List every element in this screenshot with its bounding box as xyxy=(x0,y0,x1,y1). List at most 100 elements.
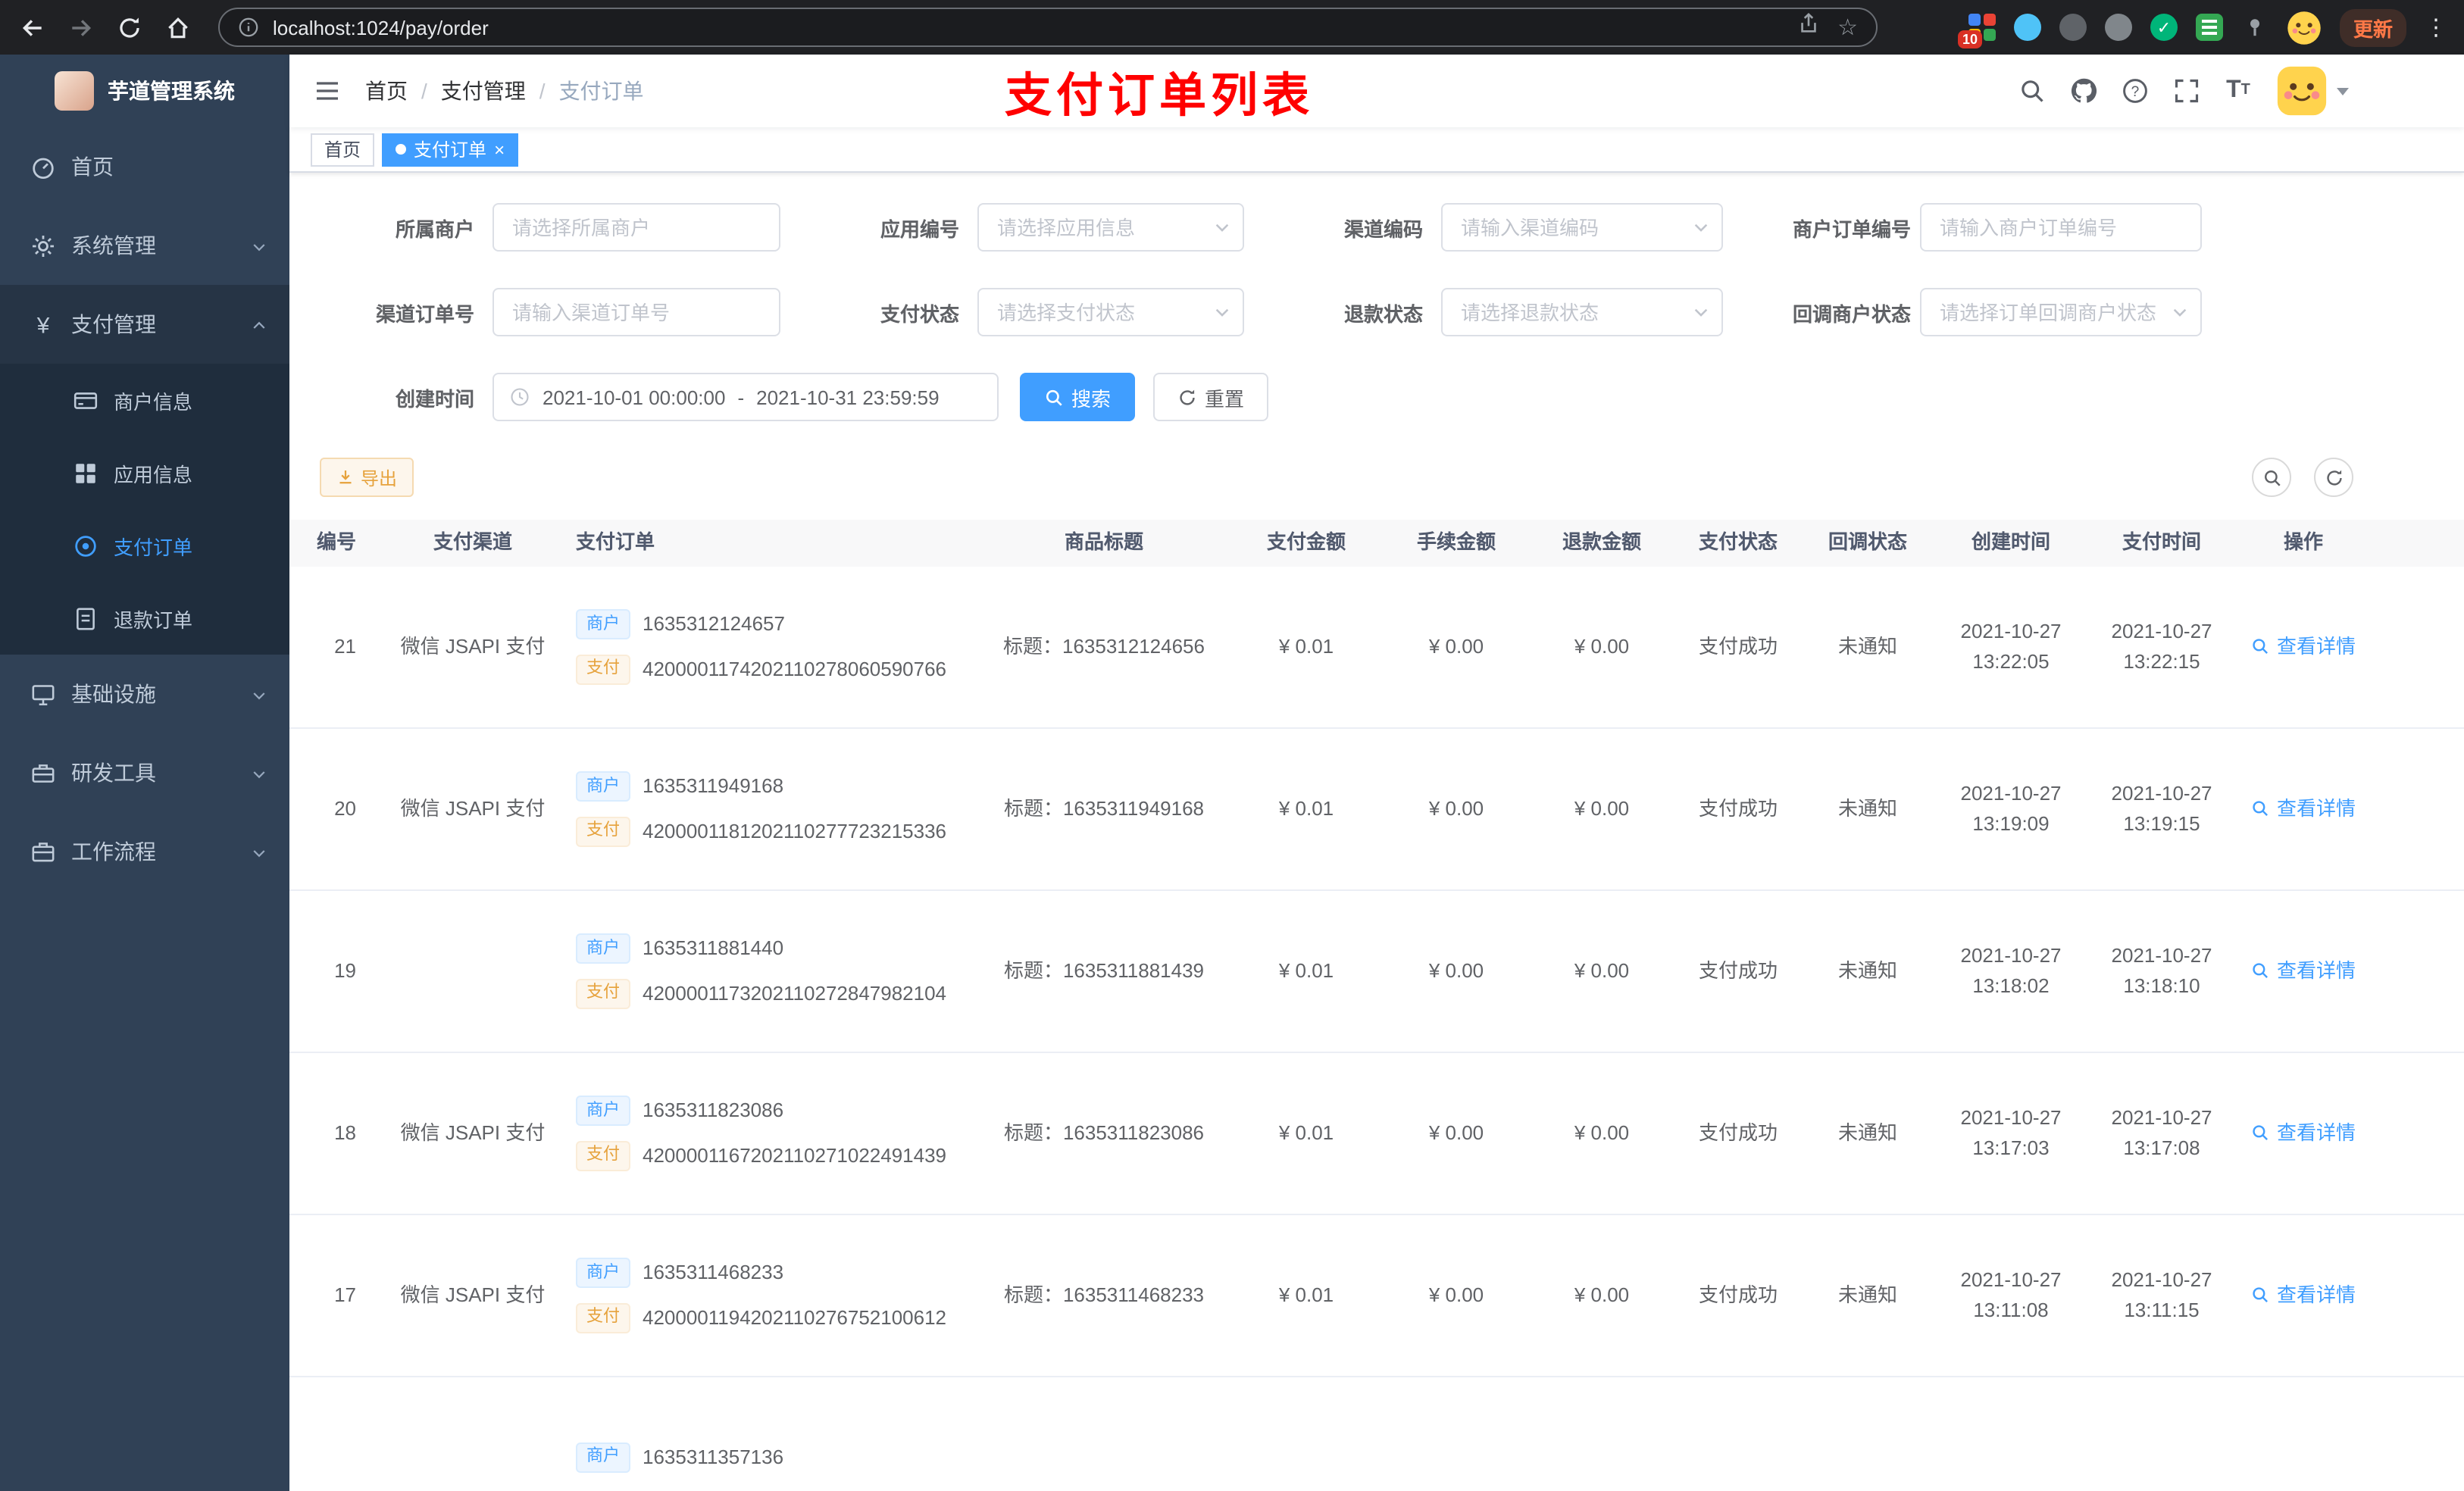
breadcrumb-section[interactable]: 支付管理 xyxy=(441,76,526,106)
gear-icon xyxy=(30,233,56,258)
table-toolbar: 导出 xyxy=(289,458,2464,497)
cell-pay-order: 商户 1635311949168 支付 4200001181202110277723… xyxy=(576,771,979,847)
svg-text:¥: ¥ xyxy=(36,313,50,337)
logo-avatar xyxy=(55,71,94,111)
channel-code-select[interactable] xyxy=(1441,203,1723,252)
briefcase-icon xyxy=(30,839,56,864)
user-menu[interactable] xyxy=(2276,65,2349,117)
browser-menu-icon[interactable]: ⋮ xyxy=(2425,14,2447,41)
merchant-order-no: 1635311949168 xyxy=(643,774,784,798)
cell-refund-amount: ¥ 0.00 xyxy=(1574,1121,1630,1144)
sidebar-toggle-icon[interactable] xyxy=(314,77,341,105)
pay-status-select[interactable] xyxy=(977,288,1244,336)
gray-extension-icon[interactable] xyxy=(2059,14,2087,41)
sidebar-item-workflow[interactable]: 工作流程 xyxy=(0,812,289,891)
view-detail-link[interactable]: 查看详情 xyxy=(2235,1280,2372,1311)
notify-status-select[interactable] xyxy=(1920,288,2202,336)
tags-view-bar: 首页 支付订单 × xyxy=(289,127,2464,173)
cell-pay-channel: 微信 JSAPI 支付 xyxy=(400,634,546,658)
github-icon[interactable] xyxy=(2070,77,2097,105)
extensions-grid-icon[interactable]: 10 xyxy=(1957,14,1996,48)
avatar[interactable] xyxy=(2276,65,2328,117)
browser-forward-button[interactable] xyxy=(67,14,94,41)
col-title: 商品标题 xyxy=(1064,530,1143,554)
payment-submenu: 商户信息 应用信息 支付订单 退款订单 xyxy=(0,364,289,655)
search-button[interactable]: 搜索 xyxy=(1020,373,1136,421)
export-button[interactable]: 导出 xyxy=(320,458,414,497)
browser-extensions: 10 ✓ 更新 ⋮ xyxy=(1957,8,2447,48)
vue-devtools-icon[interactable]: ✓ xyxy=(2150,14,2178,41)
table-header: 编号 支付渠道 支付订单 商品标题 支付金额 手续金额 退款金额 支付状态 回调… xyxy=(289,520,2464,567)
toggle-search-button[interactable] xyxy=(2252,458,2291,497)
address-bar[interactable]: localhost:1024/pay/order ☆ xyxy=(218,8,1878,47)
view-detail-link[interactable]: 查看详情 xyxy=(2235,956,2372,986)
pay-order-no: 4200001174202110278060590766 xyxy=(643,657,947,680)
browser-back-button[interactable] xyxy=(18,14,45,41)
table-row: 20 微信 JSAPI 支付 商户 1635311949168 支付 4200001… xyxy=(289,729,2464,891)
share-icon[interactable] xyxy=(1796,12,1819,42)
cell-pay-time: 2021-10-27 13:18:10 xyxy=(2111,943,2212,997)
site-info-icon[interactable] xyxy=(238,17,259,38)
view-detail-link[interactable]: 查看详情 xyxy=(2235,794,2372,824)
sidebar-item-infrastructure[interactable]: 基础设施 xyxy=(0,655,289,733)
chevron-down-icon xyxy=(250,842,268,861)
close-icon[interactable]: × xyxy=(494,140,505,158)
pin-extension-icon[interactable] xyxy=(2241,14,2269,41)
col-channel: 支付渠道 xyxy=(433,530,512,554)
view-detail-link[interactable]: 查看详情 xyxy=(2235,632,2372,662)
sidebar-item-payment[interactable]: ¥ 支付管理 xyxy=(0,285,289,364)
browser-refresh-button[interactable] xyxy=(115,14,142,41)
search-icon[interactable] xyxy=(2018,77,2046,105)
cell-pay-status: 支付成功 xyxy=(1698,1121,1778,1144)
date-separator: - xyxy=(737,386,745,408)
sidebar-item-system[interactable]: 系统管理 xyxy=(0,206,289,285)
sidebar-item-app-info[interactable]: 应用信息 xyxy=(0,436,289,509)
sidebar-item-home[interactable]: 首页 xyxy=(0,127,289,206)
cell-pay-amount: ¥ 0.01 xyxy=(1278,958,1334,982)
pay-order-no: 4200001167202110271022491439 xyxy=(643,1143,947,1166)
profile-avatar-icon[interactable] xyxy=(2287,10,2322,45)
col-id: 编号 xyxy=(316,530,356,554)
fullscreen-icon[interactable] xyxy=(2173,77,2200,105)
chat-extension-icon[interactable] xyxy=(2195,14,2223,41)
merchant-order-no: 1635311823086 xyxy=(643,1099,784,1122)
refund-status-select[interactable] xyxy=(1441,288,1723,336)
create-time-range-picker[interactable]: 2021-10-01 00:00:00 - 2021-10-31 23:59:5… xyxy=(492,373,999,421)
sidebar-item-merchant-info[interactable]: 商户信息 xyxy=(0,364,289,436)
blue-drop-extension-icon[interactable] xyxy=(2013,14,2041,41)
view-detail-link[interactable]: 查看详情 xyxy=(2235,1118,2372,1149)
pay-tag: 支付 xyxy=(576,978,630,1009)
svg-text:?: ? xyxy=(2131,84,2140,100)
table-row: 18 微信 JSAPI 支付 商户 1635311823086 支付 4200001… xyxy=(289,1053,2464,1215)
tab-home[interactable]: 首页 xyxy=(311,133,375,166)
reset-button[interactable]: 重置 xyxy=(1153,373,1269,421)
table-row: 17 微信 JSAPI 支付 商户 1635311468233 支付 4200001… xyxy=(289,1215,2464,1377)
filter-form: 所属商户 应用编号 渠道编码 xyxy=(289,173,2464,421)
merchant-order-no-input[interactable] xyxy=(1920,203,2202,252)
refresh-table-button[interactable] xyxy=(2314,458,2353,497)
channel-order-no-input[interactable] xyxy=(492,288,780,336)
cell-notify-status: 未通知 xyxy=(1837,1283,1897,1306)
browser-update-button[interactable]: 更新 xyxy=(2339,8,2406,46)
pay-order-table: 编号 支付渠道 支付订单 商品标题 支付金额 手续金额 退款金额 支付状态 回调… xyxy=(289,520,2464,1491)
sidebar-item-pay-order[interactable]: 支付订单 xyxy=(0,509,289,582)
merchant-select[interactable] xyxy=(492,203,780,252)
help-icon[interactable]: ? xyxy=(2122,77,2149,105)
pay-order-no: 4200001194202110276752100612 xyxy=(643,1305,947,1328)
font-size-icon[interactable]: TT xyxy=(2225,77,2252,105)
cell-product-title: 标题：1635311468233 xyxy=(1003,1283,1205,1306)
sidebar-item-dev-tools[interactable]: 研发工具 xyxy=(0,733,289,812)
browser-home-button[interactable] xyxy=(164,14,191,41)
app-select[interactable] xyxy=(977,203,1244,252)
sidebar-item-label: 系统管理 xyxy=(71,233,156,258)
bookmark-star-icon[interactable]: ☆ xyxy=(1837,16,1858,39)
sidebar-item-refund-order[interactable]: 退款订单 xyxy=(0,582,289,655)
url-text: localhost:1024/pay/order xyxy=(273,16,489,39)
filter-label: 应用编号 xyxy=(880,217,959,240)
gray-extension-icon-2[interactable] xyxy=(2104,14,2132,41)
date-start-value: 2021-10-01 00:00:00 xyxy=(543,386,726,408)
tab-pay-order[interactable]: 支付订单 × xyxy=(382,133,519,166)
breadcrumb-home[interactable]: 首页 xyxy=(365,76,408,106)
page-content: 所属商户 应用编号 渠道编码 xyxy=(289,173,2464,1491)
cell-pay-amount: ¥ 0.01 xyxy=(1278,1283,1334,1306)
